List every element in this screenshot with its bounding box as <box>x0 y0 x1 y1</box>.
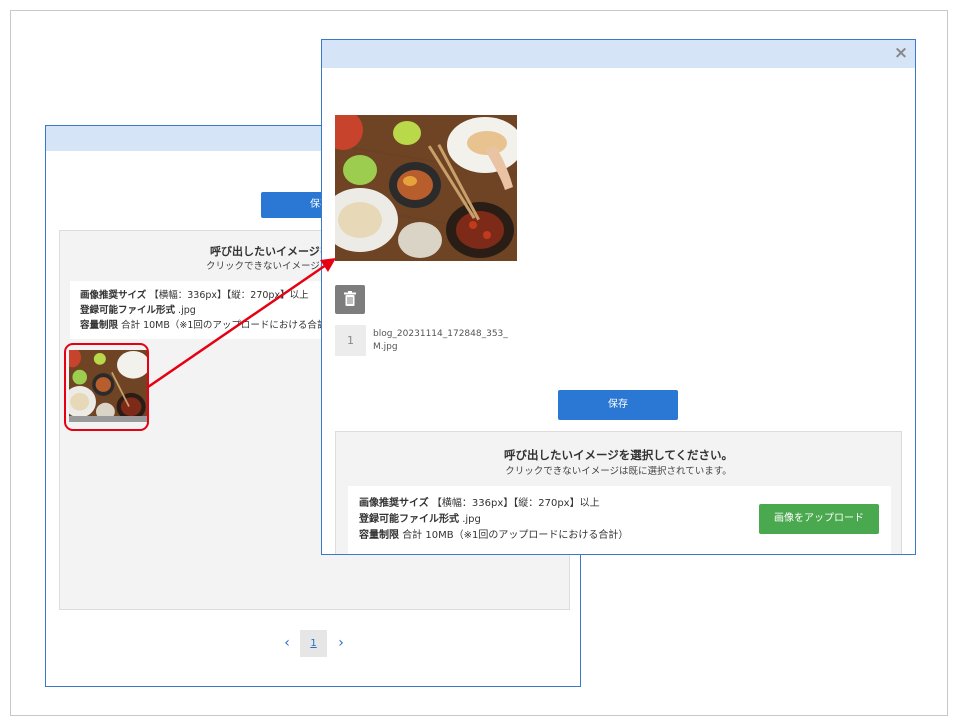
upload-info-box: 画像推奨サイズ 【横幅：336px】【縦：270px】以上 登録可能ファイル形式… <box>70 281 330 339</box>
format-label: 登録可能ファイル形式 <box>359 514 459 525</box>
delete-image-button[interactable] <box>335 285 365 314</box>
highlight-annotation <box>64 343 149 431</box>
selected-image-preview <box>335 115 517 261</box>
panel-subtitle: クリックできないイメージは <box>206 261 330 272</box>
format-value: .jpg <box>462 514 481 525</box>
format-value: .jpg <box>178 305 196 316</box>
pagination: ‹ 1 › <box>281 630 361 658</box>
size-value: 【横幅：336px】【縦：270px】以上 <box>149 290 309 301</box>
panel-title: 呼び出したいイメージを選択してください。 <box>503 448 734 462</box>
panel-subtitle: クリックできないイメージは既に選択されています。 <box>505 466 732 477</box>
image-select-dialog: × 1 blog_20231114_172848_353_M.jpg 保存 呼び… <box>321 39 916 555</box>
limit-label: 容量制限 <box>359 530 399 541</box>
size-label: 画像推奨サイズ <box>359 498 429 509</box>
limit-label: 容量制限 <box>80 320 119 331</box>
size-label: 画像推奨サイズ <box>80 290 147 301</box>
chevron-right-icon[interactable]: › <box>335 635 347 651</box>
trash-icon <box>344 291 356 306</box>
format-label: 登録可能ファイル形式 <box>80 305 176 316</box>
limit-value: 合計 10MB（※1回のアップロードにおける合計） <box>402 530 629 541</box>
dialog-titlebar: × <box>322 40 915 68</box>
limit-value: 合計 10MB（※1回のアップロードにおける合計） <box>121 320 330 331</box>
upload-info-box: 画像推奨サイズ 【横幅：336px】【縦：270px】以上 登録可能ファイル形式… <box>348 486 891 554</box>
size-value: 【横幅：336px】【縦：270px】以上 <box>431 498 600 509</box>
format-info: 登録可能ファイル形式 .jpg <box>80 303 320 318</box>
upload-image-button[interactable]: 画像をアップロード <box>759 504 879 534</box>
food-photo <box>335 115 517 261</box>
file-index: 1 <box>335 325 366 356</box>
save-button[interactable]: 保存 <box>558 390 678 420</box>
panel-title: 呼び出したいイメージを <box>210 245 331 258</box>
page-1-link[interactable]: 1 <box>300 630 327 657</box>
chevron-left-icon[interactable]: ‹ <box>281 635 293 651</box>
size-info: 画像推奨サイズ 【横幅：336px】【縦：270px】以上 <box>80 288 320 303</box>
image-library-panel: 呼び出したいイメージを選択してください。 クリックできないイメージは既に選択され… <box>335 431 902 554</box>
file-name: blog_20231114_172848_353_M.jpg <box>373 329 508 352</box>
close-icon[interactable]: × <box>892 43 910 63</box>
limit-info: 容量制限 合計 10MB（※1回のアップロードにおける合計） <box>80 318 330 333</box>
